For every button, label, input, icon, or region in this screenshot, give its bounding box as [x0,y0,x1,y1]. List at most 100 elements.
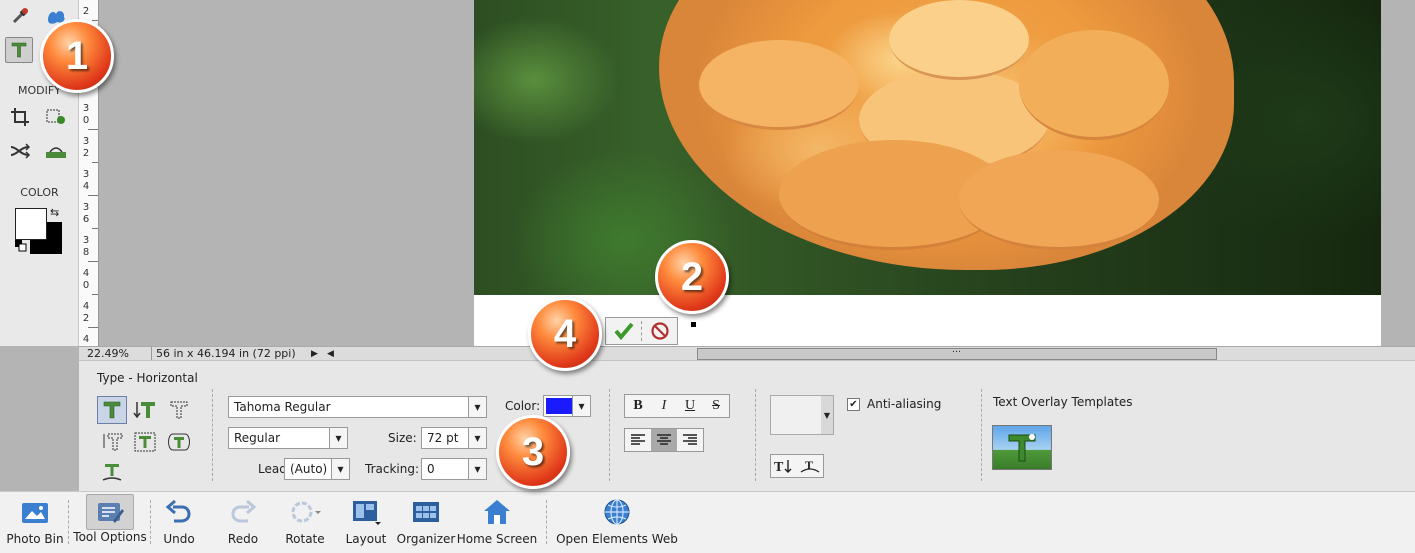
font-family-dropdown[interactable]: Tahoma Regular ▾ [228,396,487,418]
rose-photo [474,0,1381,295]
callout-badge-3: 3 [496,415,570,489]
undo-button[interactable]: Undo [158,492,200,552]
text-color-picker[interactable]: ▾ [543,395,591,417]
tool-options-button[interactable]: Tool Options [72,492,148,552]
open-elements-web-button[interactable]: Open Elements Web [556,492,678,552]
tracking-value: 0 [427,462,435,476]
layout-icon [351,492,381,532]
text-on-shape-icon[interactable] [164,428,194,456]
straighten-icon[interactable] [42,138,70,164]
cancel-icon[interactable] [642,318,677,344]
leading-value: (Auto) [290,462,328,476]
size-label: Size: [388,431,417,445]
horizontal-type-icon[interactable] [97,396,127,424]
layout-button[interactable]: Layout [344,492,388,552]
commit-checkmark-icon[interactable] [606,318,641,344]
bold-button[interactable]: B [625,395,651,417]
chevron-down-icon: ▾ [468,459,486,479]
chevron-down-icon: ▾ [331,459,349,479]
color-section-label: COLOR [20,186,59,199]
font-style-dropdown[interactable]: Regular ▾ [228,427,348,449]
eyedropper-icon[interactable] [6,3,34,29]
document-dimensions: 56 in x 46.194 in (72 ppi) [151,347,296,361]
orientation-warp-buttons: T T [770,454,824,478]
organizer-icon [411,492,441,532]
swap-colors-icon[interactable]: ⇆ [50,206,59,219]
redo-icon [229,492,257,532]
tool-options-icon [86,494,134,530]
rotate-label: Rotate [285,532,325,546]
document-canvas[interactable] [474,0,1381,346]
ruler-label: 3 [82,235,90,246]
chevron-down-icon: ▾ [329,428,347,448]
crop-icon[interactable] [6,104,34,130]
ruler-label: 3 [82,202,90,213]
status-bar: 22.49% 56 in x 46.194 in (72 ppi) ▶ ◀ … [79,345,1415,361]
horizontal-type-tool-icon[interactable] [5,37,33,63]
ruler-label: 2 [82,148,90,159]
canvas-area[interactable] [99,0,1415,346]
scroll-left-arrow-icon[interactable]: ◀ [327,347,334,361]
callout-badge-2: 2 [655,240,729,314]
ruler-label: 6 [82,214,90,225]
font-style-value: Regular [234,431,281,445]
horizontal-scrollbar[interactable]: … [697,345,1217,360]
home-screen-button[interactable]: Home Screen [457,492,537,552]
change-orientation-icon[interactable]: T [771,455,797,477]
organizer-button[interactable]: Organizer [396,492,456,552]
undo-icon [165,492,193,532]
ruler-label: 4 [82,301,90,312]
align-left-icon[interactable] [625,429,651,451]
align-center-icon[interactable] [651,429,677,451]
ruler-label: 2 [82,313,90,324]
chevron-down-icon: ▾ [468,428,486,448]
leading-dropdown[interactable]: (Auto) ▾ [284,458,350,480]
ruler-label: 2 [82,6,90,17]
globe-icon [602,492,632,532]
align-right-icon[interactable] [677,429,703,451]
ruler-label: 3 [82,169,90,180]
home-icon [482,492,512,532]
paragraph-type-icon[interactable] [130,428,160,456]
svg-text:T: T [774,460,784,474]
callout-badge-1: 1 [40,19,114,93]
status-menu-arrow-icon[interactable]: ▶ [311,347,318,361]
text-color-swatch [546,398,574,414]
font-size-dropdown[interactable]: 72 pt ▾ [421,427,487,449]
tracking-dropdown[interactable]: 0 ▾ [421,458,487,480]
content-aware-move-icon[interactable] [6,138,34,164]
text-style-buttons: B I U S [624,394,730,418]
underline-button[interactable]: U [677,395,703,417]
italic-button[interactable]: I [651,395,677,417]
text-style-preset-dropdown[interactable]: ▼ [770,395,834,435]
alignment-buttons [624,428,704,452]
scroll-grip-icon: … [952,345,961,355]
anti-aliasing-checkbox[interactable]: ✔ [847,398,860,411]
chevron-down-icon: ▼ [821,396,833,434]
default-colors-icon[interactable] [15,240,27,252]
recompose-icon[interactable] [42,104,70,130]
text-overlay-templates-label: Text Overlay Templates [993,395,1133,409]
horizontal-type-mask-icon[interactable] [164,396,194,424]
redo-label: Redo [227,532,259,546]
foreground-color-swatch[interactable] [15,208,47,240]
strikethrough-button[interactable]: S [703,395,729,417]
text-on-path-icon[interactable] [97,458,127,486]
layout-label: Layout [345,532,387,546]
open-elements-web-label: Open Elements Web [556,532,678,546]
photo-bin-icon [20,492,50,532]
rotate-button[interactable]: Rotate [282,492,328,552]
redo-button[interactable]: Redo [222,492,264,552]
undo-label: Undo [163,532,195,546]
tracking-label: Tracking: [365,462,419,476]
ruler-label: 8 [82,247,90,258]
zoom-level: 22.49% [87,347,129,360]
rotate-icon [288,492,322,532]
warp-text-icon[interactable]: T [797,455,823,477]
photo-bin-button[interactable]: Photo Bin [6,492,64,552]
vertical-type-mask-icon[interactable] [97,428,127,456]
organizer-label: Organizer [396,532,456,546]
text-overlay-template-icon[interactable] [992,425,1052,470]
vertical-type-icon[interactable] [130,396,160,424]
ruler-label: 4 [82,268,90,279]
